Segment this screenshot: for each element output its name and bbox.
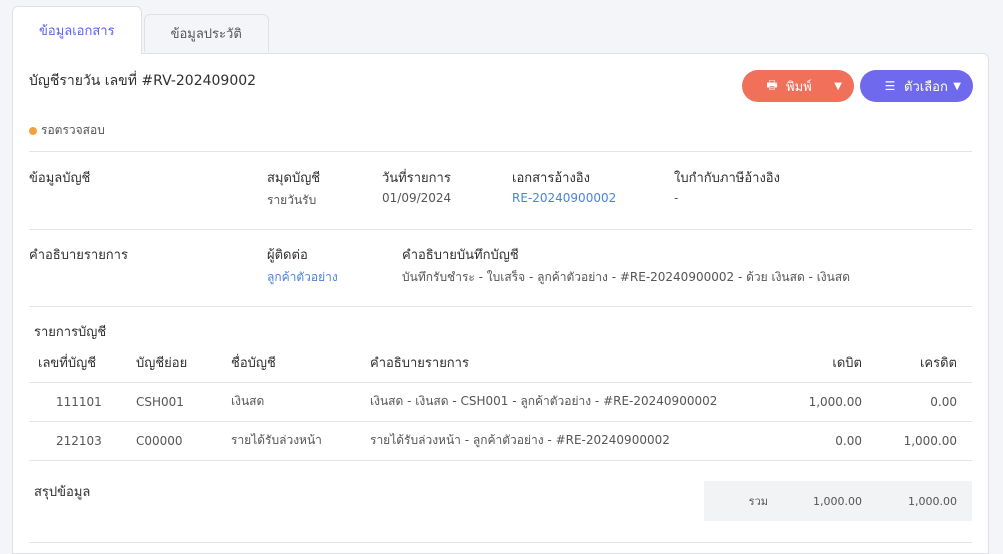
options-button[interactable]: ☰ ตัวเลือก ▼ [860,70,973,102]
divider [29,306,972,307]
options-button-label: ตัวเลือก [904,79,948,95]
cell-account-no: 111101 [29,382,136,422]
tab-document-info[interactable]: ข้อมูลเอกสาร [12,6,142,54]
cell-description: เงินสด - เงินสด - CSH001 - ลูกค้าตัวอย่า… [370,382,767,422]
cell-debit: 1,000.00 [767,382,862,422]
journal-label: สมุดบัญชี [267,171,321,186]
account-info-heading: ข้อมูลบัญชี [29,171,91,186]
journal-field: สมุดบัญชี รายวันรับ [267,167,320,210]
note-label: คำอธิบายบันทึกบัญชี [402,248,519,263]
divider [29,229,972,230]
contact-field: ผู้ติดต่อ ลูกค้าตัวอย่าง [267,244,338,287]
document-card: บัญชีรายวัน เลขที่ #RV-202409002 🖶 พิมพ์… [12,53,989,554]
divider [29,151,972,152]
col-description: คำอธิบายรายการ [370,344,767,383]
cell-sub-account: C00000 [136,421,231,461]
cell-account-name: เงินสด [231,382,370,422]
table-row: 111101 CSH001 เงินสด เงินสด - เงินสด - C… [29,382,972,422]
printer-icon: 🖶 [766,77,778,92]
journal-value: รายวันรับ [267,193,317,207]
description-heading: คำอธิบายรายการ [29,248,128,263]
page-title: บัญชีรายวัน เลขที่ #RV-202409002 [29,73,257,89]
print-button[interactable]: 🖶 พิมพ์ ▼ [742,70,854,102]
cell-debit: 0.00 [767,421,862,461]
status-badge: รอตรวจสอบ [29,121,105,140]
col-sub-account: บัญชีย่อย [136,344,231,383]
date-label: วันที่รายการ [382,171,451,186]
status-dot-icon [29,126,37,135]
chevron-down-icon[interactable]: ▼ [953,81,961,92]
tax-ref-label: ใบกำกับภาษีอ้างอิง [674,171,780,186]
summary-total: รวม 1,000.00 1,000.00 [704,481,972,521]
summary-total-credit: 1,000.00 [908,494,957,508]
tab-history-info[interactable]: ข้อมูลประวัติ [143,14,269,52]
ledger-heading: รายการบัญชี [34,325,107,340]
note-field: คำอธิบายบันทึกบัญชี บันทึกรับชำระ - ใบเส… [402,244,850,287]
cell-credit: 1,000.00 [862,421,972,461]
summary-heading: สรุปข้อมูล [34,485,91,500]
col-credit: เครดิต [862,344,972,383]
date-field: วันที่รายการ 01/09/2024 [382,167,451,205]
contact-link[interactable]: ลูกค้าตัวอย่าง [267,268,338,287]
tax-ref-value: - [674,191,679,205]
col-debit: เดบิต [767,344,862,383]
contact-label: ผู้ติดต่อ [267,248,308,263]
table-header-row: เลขที่บัญชี บัญชีย่อย ชื่อบัญชี คำอธิบาย… [29,344,972,383]
divider [29,542,972,543]
menu-icon: ☰ [884,79,896,93]
summary-total-label: รวม [748,495,768,508]
ref-doc-label: เอกสารอ้างอิง [512,171,590,186]
col-account-name: ชื่อบัญชี [231,344,370,383]
table-row: 212103 C00000 รายได้รับล่วงหน้า รายได้รั… [29,421,972,461]
chevron-down-icon[interactable]: ▼ [834,81,842,92]
tax-ref-field: ใบกำกับภาษีอ้างอิง - [674,167,780,205]
cell-description: รายได้รับล่วงหน้า - ลูกค้าตัวอย่าง - #RE… [370,421,767,461]
cell-credit: 0.00 [862,382,972,422]
print-button-label: พิมพ์ [786,79,812,95]
col-account-no: เลขที่บัญชี [29,344,136,383]
ledger-table: เลขที่บัญชี บัญชีย่อย ชื่อบัญชี คำอธิบาย… [29,344,972,461]
summary-total-debit: 1,000.00 [813,494,862,508]
note-value: บันทึกรับชำระ - ใบเสร็จ - ลูกค้าตัวอย่าง… [402,270,850,284]
cell-account-no: 212103 [29,421,136,461]
cell-account-name: รายได้รับล่วงหน้า [231,421,370,461]
ref-doc-link[interactable]: RE-20240900002 [512,191,616,205]
date-value: 01/09/2024 [382,191,452,205]
cell-sub-account: CSH001 [136,382,231,422]
tab-bar: ข้อมูลเอกสาร ข้อมูลประวัติ [12,6,269,54]
ref-doc-field: เอกสารอ้างอิง RE-20240900002 [512,167,616,205]
status-text: รอตรวจสอบ [41,123,105,137]
